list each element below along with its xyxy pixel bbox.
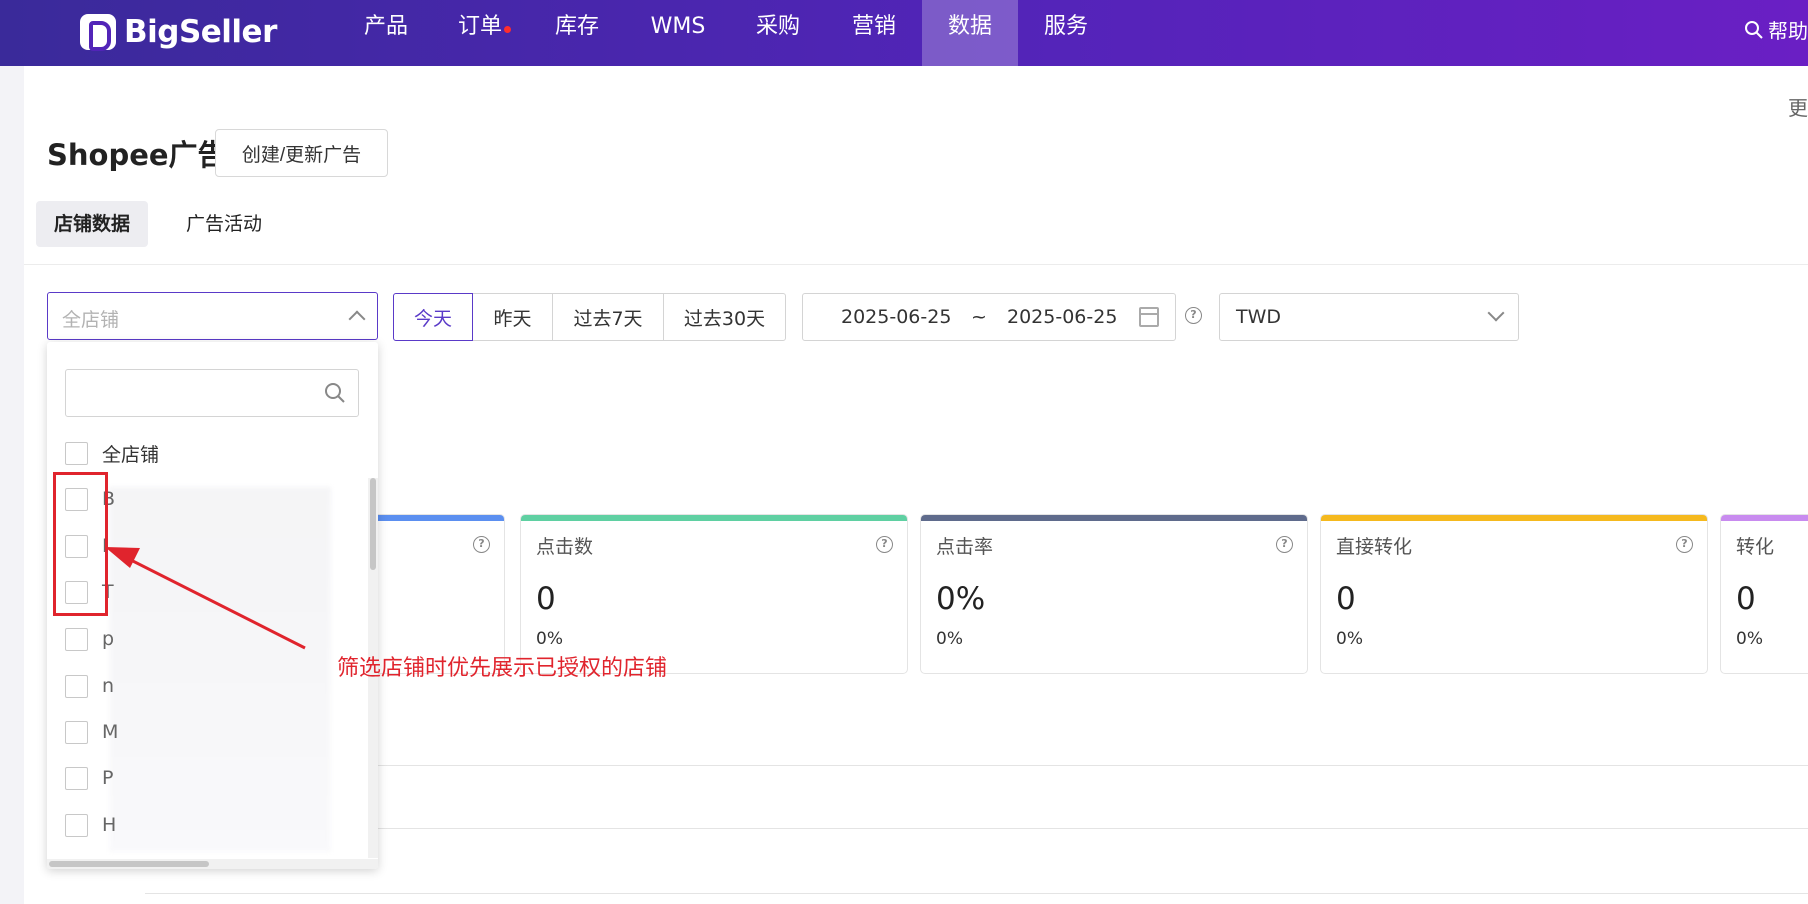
notification-dot [504, 26, 511, 33]
metric-card-conversions: 转化 0 0% [1720, 514, 1808, 674]
store-option-all[interactable]: 全店铺 [65, 440, 159, 466]
metric-color-bar [521, 515, 907, 521]
metric-color-bar [1321, 515, 1707, 521]
store-option[interactable]: H [65, 812, 116, 838]
metric-percent: 0% [1336, 629, 1363, 649]
search-icon [1745, 20, 1763, 39]
annotation-highlight-box [53, 472, 108, 616]
date-option-last-7-days[interactable]: 过去7天 [552, 293, 664, 341]
tab-store-data[interactable]: 店铺数据 [36, 201, 149, 247]
currency-value: TWD [1236, 306, 1282, 328]
metric-label: 直接转化 [1336, 536, 1413, 558]
top-navigation: BigSeller 产品 订单 库存 WMS 采购 营销 数据 服务 帮助 [0, 0, 1808, 66]
checkbox[interactable] [65, 720, 88, 744]
checkbox[interactable] [65, 674, 88, 698]
brand-logo[interactable]: BigSeller [80, 10, 277, 54]
metric-value: 0 [1736, 581, 1756, 617]
store-option[interactable]: P [65, 765, 113, 791]
nav-item-wms[interactable]: WMS [634, 0, 722, 66]
page-title: Shopee广告 [47, 138, 227, 172]
metric-value: 0 [1336, 581, 1356, 617]
dropdown-horizontal-scrollbar[interactable] [47, 859, 378, 869]
date-option-today[interactable]: 今天 [393, 293, 473, 341]
help-question-icon[interactable]: ? [1276, 536, 1293, 553]
metric-percent: 0% [936, 629, 963, 649]
nav-item-inventory[interactable]: 库存 [537, 0, 617, 66]
nav-item-services[interactable]: 服务 [1026, 0, 1106, 66]
metric-percent: 0% [1736, 629, 1763, 649]
metric-label: 转化 [1736, 536, 1775, 558]
help-question-icon[interactable]: ? [876, 536, 893, 553]
blurred-store-names [109, 487, 331, 852]
scrollbar-thumb[interactable] [370, 478, 376, 570]
metric-label: 点击数 [536, 536, 594, 558]
search-icon [325, 383, 345, 403]
store-option[interactable]: M [65, 719, 118, 745]
date-separator: ~ [971, 306, 987, 328]
metric-label: 点击率 [936, 536, 994, 558]
checkbox[interactable] [65, 441, 88, 465]
store-select[interactable]: 全店铺 [47, 292, 378, 340]
calendar-icon [1139, 307, 1159, 327]
more-link[interactable]: 更 [1788, 92, 1808, 121]
scrollbar-thumb[interactable] [49, 861, 209, 867]
date-option-last-30-days[interactable]: 过去30天 [663, 293, 786, 341]
help-question-icon[interactable]: ? [1676, 536, 1693, 553]
store-select-placeholder: 全店铺 [62, 309, 120, 331]
metric-color-bar [921, 515, 1307, 521]
help-question-icon[interactable]: ? [473, 536, 490, 553]
date-range-picker[interactable]: 2025-06-25 ~ 2025-06-25 [802, 293, 1176, 341]
nav-item-orders[interactable]: 订单 [440, 0, 520, 66]
annotation-text: 筛选店铺时优先展示已授权的店铺 [337, 656, 668, 681]
date-end: 2025-06-25 [1007, 306, 1118, 328]
tab-ad-campaigns[interactable]: 广告活动 [168, 201, 280, 247]
chevron-up-icon [348, 310, 366, 328]
chevron-down-icon [1487, 304, 1505, 322]
brand-name: BigSeller [124, 14, 277, 50]
help-question-icon[interactable]: ? [1185, 307, 1202, 324]
date-start: 2025-06-25 [841, 306, 952, 328]
metric-value: 0% [936, 581, 986, 617]
section-divider [24, 264, 1808, 265]
table-divider [145, 765, 1808, 766]
metric-card-ctr: 点击率 ? 0% 0% [920, 514, 1308, 674]
currency-select[interactable]: TWD [1219, 293, 1519, 341]
checkbox[interactable] [65, 627, 88, 651]
table-divider [145, 828, 1808, 829]
nav-item-purchase[interactable]: 采购 [738, 0, 818, 66]
store-option[interactable]: p [65, 626, 114, 652]
nav-item-data[interactable]: 数据 [922, 0, 1018, 66]
create-update-ad-button[interactable]: 创建/更新广告 [215, 129, 388, 177]
metric-value: 0 [536, 581, 556, 617]
help-link[interactable]: 帮助 [1744, 15, 1808, 44]
nav-item-marketing[interactable]: 营销 [834, 0, 914, 66]
metric-card-direct-conversions: 直接转化 ? 0 0% [1320, 514, 1708, 674]
metric-color-bar [1721, 515, 1808, 521]
table-divider [145, 893, 1808, 894]
checkbox[interactable] [65, 766, 88, 790]
date-option-yesterday[interactable]: 昨天 [472, 293, 553, 341]
bigseller-logo-icon [80, 14, 116, 51]
metric-percent: 0% [536, 629, 563, 649]
store-option[interactable]: n [65, 673, 114, 699]
store-search-input[interactable] [65, 369, 359, 417]
checkbox[interactable] [65, 813, 88, 837]
nav-item-products[interactable]: 产品 [346, 0, 426, 66]
